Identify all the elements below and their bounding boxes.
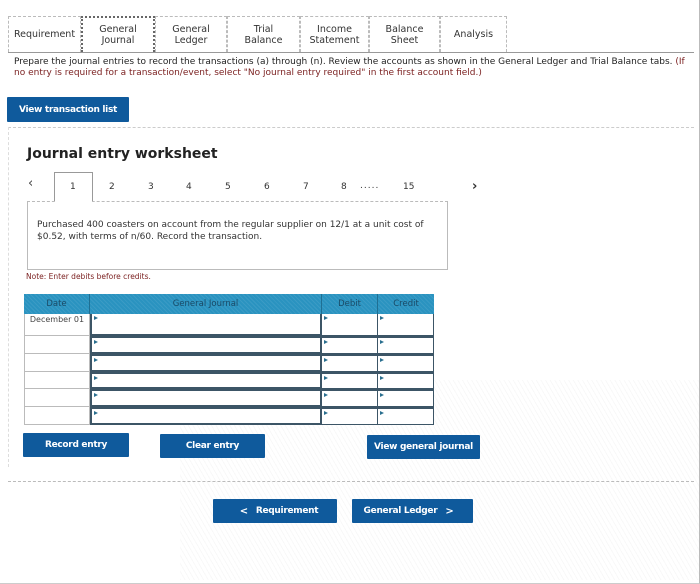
dropdown-marker-icon	[324, 393, 328, 398]
journal-table-body: December 01	[24, 314, 434, 425]
credit-input[interactable]	[378, 389, 434, 408]
date-cell	[24, 389, 90, 408]
dropdown-marker-icon	[94, 316, 98, 320]
dropdown-marker-icon	[380, 316, 384, 320]
next-page-icon[interactable]: ›	[472, 179, 477, 194]
tabs-divider	[8, 52, 694, 53]
instructions-main: Prepare the journal entries to record th…	[14, 57, 673, 67]
dropdown-marker-icon	[324, 357, 328, 362]
date-cell	[24, 336, 90, 354]
clear-entry-button[interactable]: Clear entry	[160, 434, 265, 458]
page-4[interactable]: 4	[186, 182, 192, 192]
debit-input[interactable]	[322, 389, 378, 408]
tab-requirement[interactable]: Requirement	[8, 16, 81, 52]
table-row	[24, 353, 434, 372]
tab-income-statement[interactable]: Income Statement	[300, 16, 369, 52]
page-frame	[0, 0, 700, 584]
account-input[interactable]	[90, 353, 322, 372]
account-input[interactable]	[90, 336, 322, 354]
date-cell: December 01	[24, 314, 90, 336]
page-15[interactable]: 15	[403, 182, 414, 192]
tab-general-journal[interactable]: General Journal	[81, 16, 155, 52]
header-credit: Credit	[393, 299, 419, 309]
view-general-journal-button[interactable]: View general journal	[367, 435, 480, 459]
chevron-left-icon: <	[239, 505, 248, 517]
table-row	[24, 336, 434, 354]
tab-income-statement-label: Income Statement	[309, 23, 360, 46]
chevron-right-icon: >	[445, 505, 454, 517]
debits-credits-note: Note: Enter debits before credits.	[26, 272, 151, 281]
worksheet-top-border	[8, 127, 694, 128]
journal-table-header: Date General Journal Debit Credit	[24, 294, 434, 314]
dropdown-marker-icon	[94, 357, 98, 362]
active-tab-connector	[55, 200, 92, 203]
dropdown-marker-icon	[324, 411, 328, 416]
dropdown-marker-icon	[94, 393, 98, 398]
credit-input[interactable]	[378, 371, 434, 390]
dropdown-marker-icon	[380, 340, 384, 344]
debit-input[interactable]	[322, 407, 378, 425]
dropdown-marker-icon	[380, 411, 384, 416]
account-input[interactable]	[90, 314, 322, 336]
account-input[interactable]	[90, 371, 322, 390]
debit-input[interactable]	[322, 353, 378, 372]
page-2[interactable]: 2	[109, 182, 115, 192]
prev-requirement-button[interactable]: < Requirement	[213, 499, 337, 523]
credit-input[interactable]	[378, 336, 434, 354]
dropdown-marker-icon	[324, 340, 328, 344]
debit-input[interactable]	[322, 371, 378, 390]
credit-input[interactable]	[378, 314, 434, 336]
instructions: Prepare the journal entries to record th…	[14, 57, 694, 79]
page-1[interactable]: 1	[70, 182, 76, 192]
debit-input[interactable]	[322, 336, 378, 354]
date-cell	[24, 371, 90, 390]
page-3[interactable]: 3	[148, 182, 154, 192]
worksheet-bottom-border	[8, 481, 694, 482]
account-input[interactable]	[90, 407, 322, 425]
prev-requirement-label: Requirement	[255, 506, 319, 516]
next-general-ledger-button[interactable]: General Ledger >	[352, 499, 473, 523]
credit-input[interactable]	[378, 353, 434, 372]
next-general-ledger-label: General Ledger	[363, 506, 438, 516]
header-general-journal: General Journal	[90, 294, 322, 314]
prev-page-icon[interactable]: ‹	[28, 176, 33, 191]
header-debit: Debit	[322, 294, 378, 314]
date-cell	[24, 407, 90, 425]
worksheet-title: Journal entry worksheet	[27, 146, 218, 162]
dropdown-marker-icon	[324, 375, 328, 380]
dropdown-marker-icon	[380, 393, 384, 398]
dropdown-marker-icon	[380, 357, 384, 362]
date-cell	[24, 353, 90, 372]
debit-input[interactable]	[322, 314, 378, 336]
tab-general-journal-label: General Journal	[99, 24, 137, 46]
tab-general-ledger[interactable]: General Ledger	[155, 16, 227, 52]
worksheet-left-border	[8, 127, 9, 467]
page-7[interactable]: 7	[303, 182, 309, 192]
dropdown-marker-icon	[380, 375, 384, 380]
dropdown-marker-icon	[94, 375, 98, 380]
dropdown-marker-icon	[324, 316, 328, 320]
tab-bar: Requirement General Journal General Ledg…	[8, 16, 507, 52]
table-row	[24, 371, 434, 390]
account-input[interactable]	[90, 389, 322, 408]
page-6[interactable]: 6	[264, 182, 270, 192]
tab-balance-sheet[interactable]: Balance Sheet	[369, 16, 440, 52]
page-8[interactable]: 8	[341, 182, 347, 192]
table-row: December 01	[24, 314, 434, 336]
credit-input[interactable]	[378, 407, 434, 425]
view-transaction-list-button[interactable]: View transaction list	[7, 97, 129, 122]
table-row	[24, 389, 434, 408]
tab-trial-balance[interactable]: Trial Balance	[227, 16, 300, 52]
page-ellipsis: .....	[360, 181, 380, 191]
dropdown-marker-icon	[94, 340, 98, 344]
record-entry-button[interactable]: Record entry	[23, 433, 129, 457]
tab-general-ledger-label: General Ledger	[172, 23, 210, 46]
table-row	[24, 407, 434, 425]
transaction-description: Purchased 400 coasters on account from t…	[37, 220, 424, 242]
page-5[interactable]: 5	[225, 182, 231, 192]
dropdown-marker-icon	[94, 411, 98, 416]
tab-analysis[interactable]: Analysis	[440, 16, 507, 52]
header-date: Date	[24, 294, 90, 314]
